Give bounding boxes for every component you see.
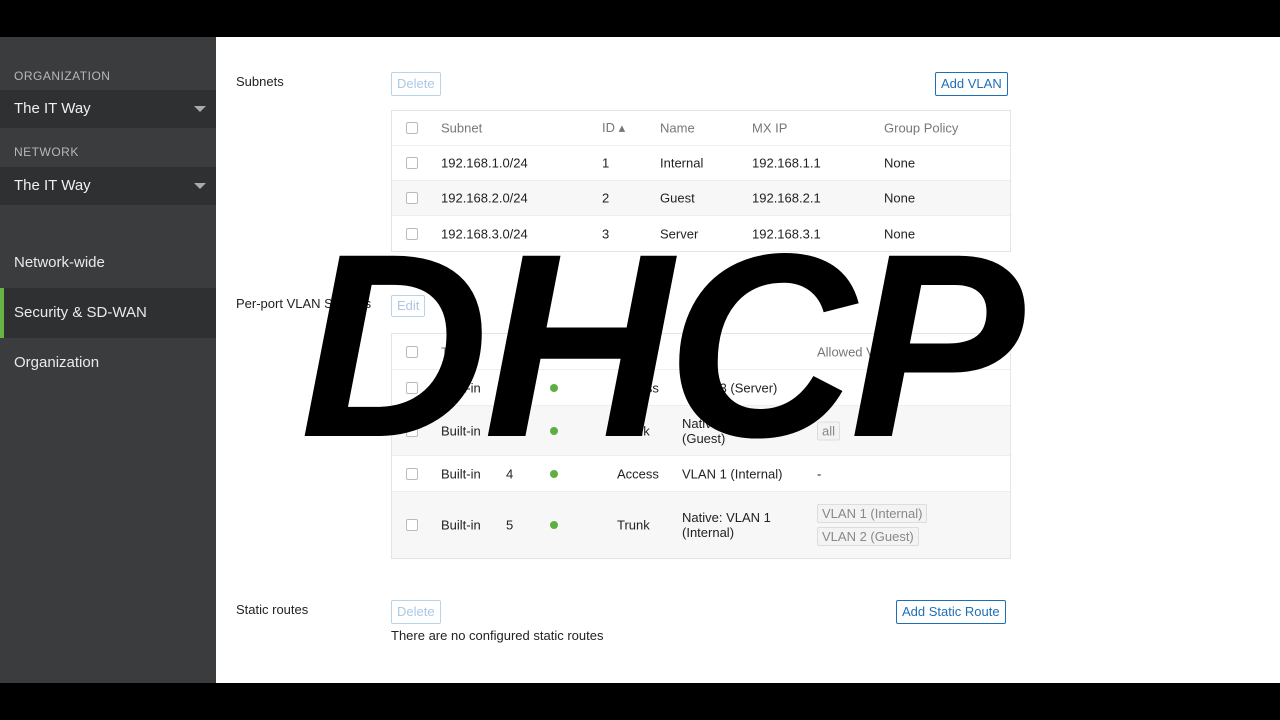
sidebar: ORGANIZATION The IT Way NETWORK The IT W… bbox=[0, 37, 216, 683]
network-value: The IT Way bbox=[14, 177, 91, 194]
cell: Native: VLAN 1 (Internal) bbox=[682, 510, 771, 540]
cell: Trunk bbox=[617, 517, 650, 533]
header-group-policy[interactable]: Group Policy bbox=[884, 121, 958, 136]
header-id[interactable]: ID ▴ bbox=[602, 120, 625, 136]
organization-dropdown[interactable]: The IT Way bbox=[0, 90, 216, 128]
dhcp-overlay-title: DHCP bbox=[300, 199, 1024, 492]
add-vlan-button[interactable]: Add VLAN bbox=[935, 72, 1008, 96]
sidebar-item-network-wide[interactable]: Network-wide bbox=[0, 238, 216, 288]
cell: 5 bbox=[506, 517, 514, 533]
cell: 192.168.1.1 bbox=[752, 155, 821, 171]
caret-down-icon bbox=[194, 106, 206, 112]
caret-down-icon bbox=[194, 183, 206, 189]
no-routes-message: There are no configured static routes bbox=[391, 628, 604, 643]
status-dot-icon bbox=[550, 521, 558, 529]
cell: Built-in bbox=[441, 517, 481, 533]
table-row[interactable]: Built-in 5 Trunk Native: VLAN 1 (Internal) V… bbox=[392, 492, 1010, 558]
row-checkbox[interactable] bbox=[406, 157, 418, 169]
header-subnet[interactable]: Subnet bbox=[441, 121, 482, 136]
subnets-title: Subnets bbox=[236, 74, 284, 89]
header-mx-ip[interactable]: MX IP bbox=[752, 121, 787, 136]
sidebar-item-organization[interactable]: Organization bbox=[0, 338, 216, 388]
cell: Internal bbox=[660, 155, 704, 171]
sidebar-item-security-sd-wan[interactable]: Security & SD-WAN bbox=[0, 288, 216, 338]
vlan-tag: VLAN 2 (Guest) bbox=[817, 527, 919, 546]
vlan-tag: VLAN 1 (Internal) bbox=[817, 504, 928, 523]
add-static-route-button[interactable]: Add Static Route bbox=[896, 600, 1006, 624]
cell: 1 bbox=[602, 155, 610, 171]
table-header: Subnet ID ▴ Name MX IP Group Policy bbox=[392, 111, 1010, 146]
organization-label: ORGANIZATION bbox=[14, 69, 111, 83]
network-dropdown[interactable]: The IT Way bbox=[0, 167, 216, 205]
row-checkbox[interactable] bbox=[406, 519, 418, 531]
delete-subnet-button[interactable]: Delete bbox=[391, 72, 441, 96]
cell: 192.168.1.0/24 bbox=[441, 155, 528, 171]
table-row[interactable]: 192.168.1.0/24 1 Internal 192.168.1.1 None bbox=[392, 146, 1010, 181]
cell: None bbox=[884, 155, 916, 171]
network-label: NETWORK bbox=[14, 145, 79, 159]
header-name[interactable]: Name bbox=[660, 121, 695, 136]
delete-route-button[interactable]: Delete bbox=[391, 600, 441, 624]
static-routes-title: Static routes bbox=[236, 602, 309, 617]
select-all-checkbox[interactable] bbox=[406, 122, 418, 134]
organization-value: The IT Way bbox=[14, 100, 91, 117]
